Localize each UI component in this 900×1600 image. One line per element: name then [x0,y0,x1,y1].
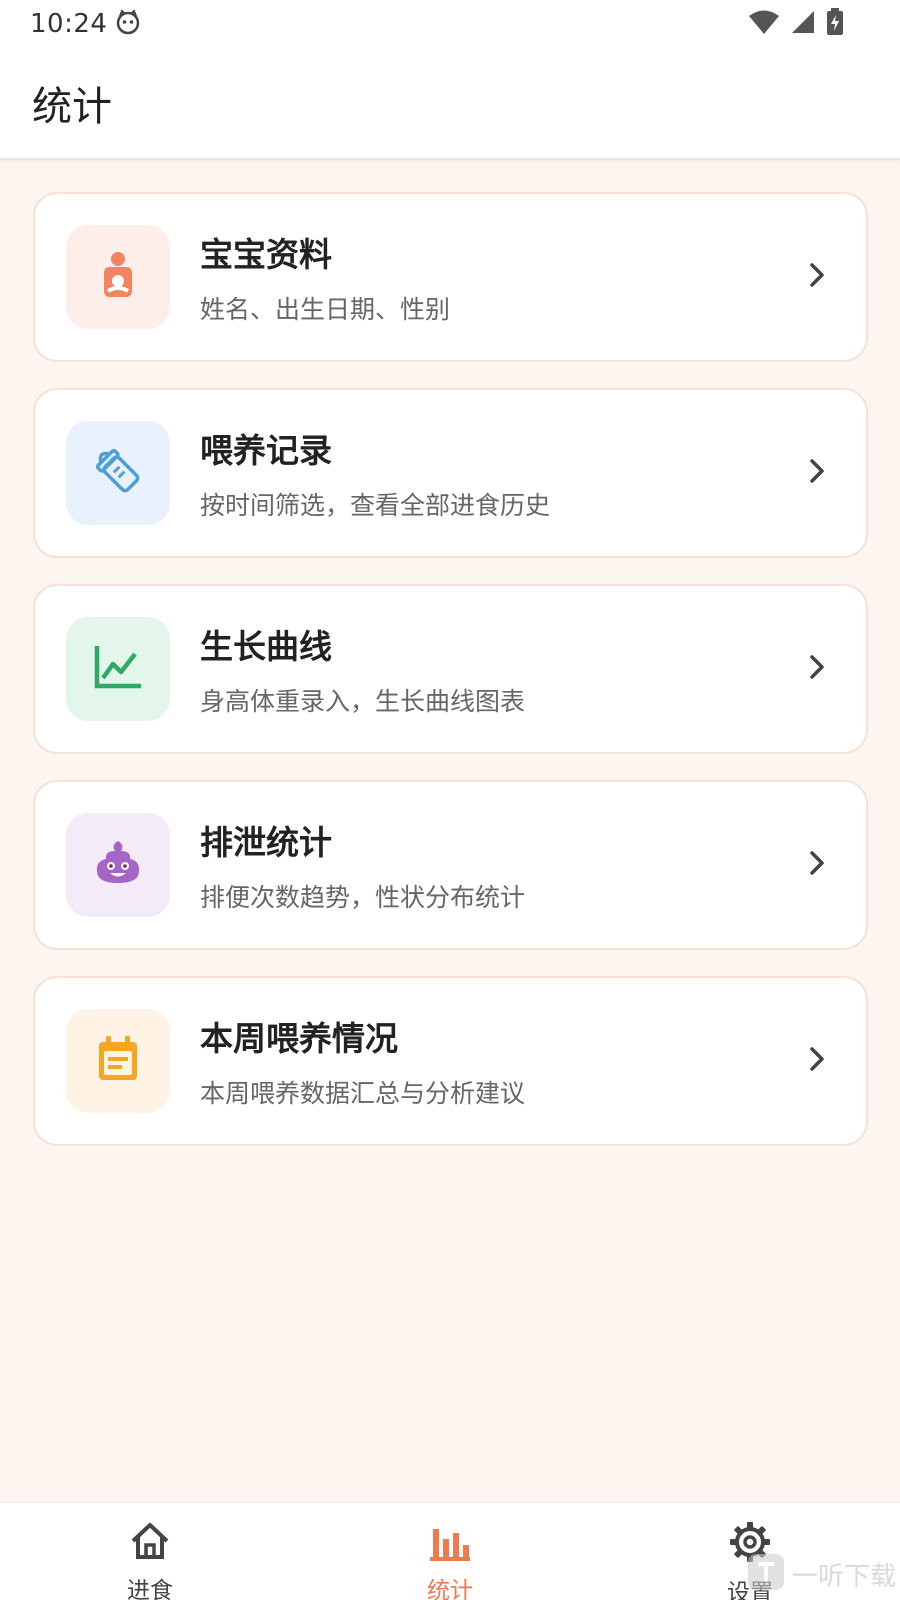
chevron-right-icon [808,457,826,489]
growth-chart-icon [93,644,143,694]
card-subtitle: 姓名、出生日期、性别 [200,295,451,324]
growth-icon-box [66,617,170,721]
card-title: 宝宝资料 [200,235,332,274]
bar-chart-icon [428,1521,472,1565]
nav-label-feed: 进食 [127,1578,173,1600]
feeding-records-card[interactable]: 喂养记录 按时间筛选，查看全部进食历史 [33,388,868,558]
baby-icon-box [66,225,170,329]
card-subtitle: 本周喂养数据汇总与分析建议 [200,1079,526,1108]
card-text: 排泄统计 排便次数趋势，性状分布统计 [200,816,525,914]
baby-profile-card[interactable]: 宝宝资料 姓名、出生日期、性别 [33,192,868,362]
signal-icon [790,9,816,39]
page-title: 统计 [32,84,112,130]
card-text: 本周喂养情况 本周喂养数据汇总与分析建议 [200,1012,525,1110]
card-subtitle: 排便次数趋势，性状分布统计 [200,883,526,912]
chevron-right-icon [808,1045,826,1077]
card-text: 宝宝资料 姓名、出生日期、性别 [200,228,450,326]
growth-curve-card[interactable]: 生长曲线 身高体重录入，生长曲线图表 [33,584,868,754]
nav-label-stats: 统计 [427,1578,473,1600]
card-title: 生长曲线 [200,627,332,666]
excretion-stats-card[interactable]: 排泄统计 排便次数趋势，性状分布统计 [33,780,868,950]
chevron-right-icon [808,653,826,685]
watermark: 一听下载 [746,1552,900,1600]
card-subtitle: 按时间筛选，查看全部进食历史 [200,491,551,520]
chevron-right-icon [808,849,826,881]
status-right [748,8,844,40]
status-time: 10:24 [30,9,108,39]
card-subtitle: 身高体重录入，生长曲线图表 [200,687,526,716]
card-title: 本周喂养情况 [200,1019,398,1058]
status-left: 10:24 [30,9,141,39]
stats-menu-list: 宝宝资料 姓名、出生日期、性别 喂养记录 按时间筛选，查看全部进食历史 生长曲线… [33,192,868,1172]
nav-tab-feed[interactable]: 进食 [0,1503,300,1600]
poop-icon [93,839,143,891]
card-text: 生长曲线 身高体重录入，生长曲线图表 [200,620,525,718]
chevron-right-icon [808,261,826,293]
status-bar: 10:24 [0,0,900,48]
nav-tab-stats[interactable]: 统计 [300,1503,600,1600]
wifi-icon [748,9,780,39]
card-title: 排泄统计 [200,823,332,862]
app-bar: 统计 [0,48,900,160]
card-text: 喂养记录 按时间筛选，查看全部进食历史 [200,424,550,522]
watermark-logo-icon [746,1552,786,1596]
battery-icon [826,8,844,40]
calendar-note-icon [96,1035,140,1087]
watermark-text: 一听下载 [791,1561,896,1592]
calendar-icon-box [66,1009,170,1113]
card-title: 喂养记录 [200,431,332,470]
baby-icon [98,251,138,303]
home-icon [129,1521,171,1565]
weekly-feeding-card[interactable]: 本周喂养情况 本周喂养数据汇总与分析建议 [33,976,868,1146]
poop-icon-box [66,813,170,917]
cat-face-icon [115,9,141,39]
bottle-icon-box [66,421,170,525]
bottle-icon [92,445,144,501]
